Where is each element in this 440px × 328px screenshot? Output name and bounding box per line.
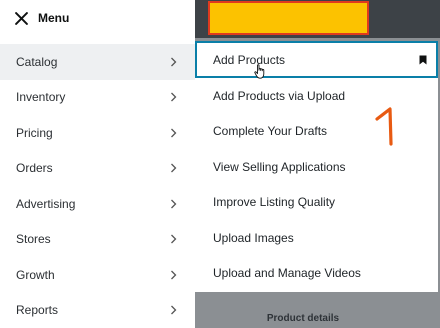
chevron-right-icon	[171, 128, 177, 138]
submenu-item-label: Add Products via Upload	[213, 88, 346, 103]
submenu-item-upload-and-manage-videos[interactable]: Upload and Manage Videos	[195, 256, 438, 292]
submenu-item-label: Upload Images	[213, 230, 294, 245]
chevron-right-icon	[171, 57, 177, 67]
submenu-item-upload-images[interactable]: Upload Images	[195, 220, 438, 256]
submenu-item-label: View Selling Applications	[213, 159, 346, 174]
menu-item-stores[interactable]: Stores	[0, 222, 195, 258]
close-icon[interactable]	[15, 11, 28, 25]
menu-list: Catalog Inventory Pricing Orders Adverti…	[0, 44, 195, 328]
menu-item-reports[interactable]: Reports	[0, 293, 195, 328]
menu-item-label: Advertising	[16, 196, 76, 211]
submenu-item-label: Improve Listing Quality	[213, 195, 336, 210]
chevron-right-icon	[171, 270, 177, 280]
menu-item-label: Reports	[16, 303, 59, 318]
submenu-item-label: Complete Your Drafts	[213, 124, 328, 139]
submenu-item-add-products[interactable]: Add Products	[195, 41, 438, 78]
chevron-right-icon	[171, 199, 177, 209]
menu-item-growth[interactable]: Growth	[0, 257, 195, 293]
chevron-right-icon	[171, 234, 177, 244]
menu-title: Menu	[38, 11, 70, 25]
menu-item-inventory[interactable]: Inventory	[0, 80, 195, 116]
submenu-item-view-selling-applications[interactable]: View Selling Applications	[195, 149, 438, 185]
menu-item-label: Pricing	[16, 125, 53, 140]
menu-item-label: Orders	[16, 161, 53, 176]
submenu-item-label: Upload and Manage Videos	[213, 266, 361, 281]
menu-item-pricing[interactable]: Pricing	[0, 115, 195, 151]
chevron-right-icon	[171, 305, 177, 315]
submenu-item-label: Add Products	[213, 52, 286, 67]
menu-item-label: Catalog	[16, 54, 58, 69]
catalog-submenu: Add Products Add Products via Upload Com…	[195, 41, 438, 292]
chevron-right-icon	[171, 163, 177, 173]
bookmark-icon[interactable]	[419, 55, 427, 65]
chevron-right-icon	[171, 92, 177, 102]
annotation-marker	[375, 107, 393, 146]
menu-header: Menu	[0, 0, 195, 36]
hand-cursor-icon	[254, 64, 265, 79]
menu-item-orders[interactable]: Orders	[0, 151, 195, 187]
menu-item-label: Stores	[16, 232, 51, 247]
menu-item-catalog[interactable]: Catalog	[0, 44, 195, 80]
side-menu: Menu Catalog Inventory Pricing Orders Ad…	[0, 0, 195, 328]
menu-item-label: Growth	[16, 267, 55, 282]
menu-item-label: Inventory	[16, 90, 66, 105]
product-details-label: Product details	[266, 312, 340, 324]
menu-item-advertising[interactable]: Advertising	[0, 186, 195, 222]
redacted-highlight-box	[208, 1, 369, 35]
submenu-item-improve-listing-quality[interactable]: Improve Listing Quality	[195, 185, 438, 221]
